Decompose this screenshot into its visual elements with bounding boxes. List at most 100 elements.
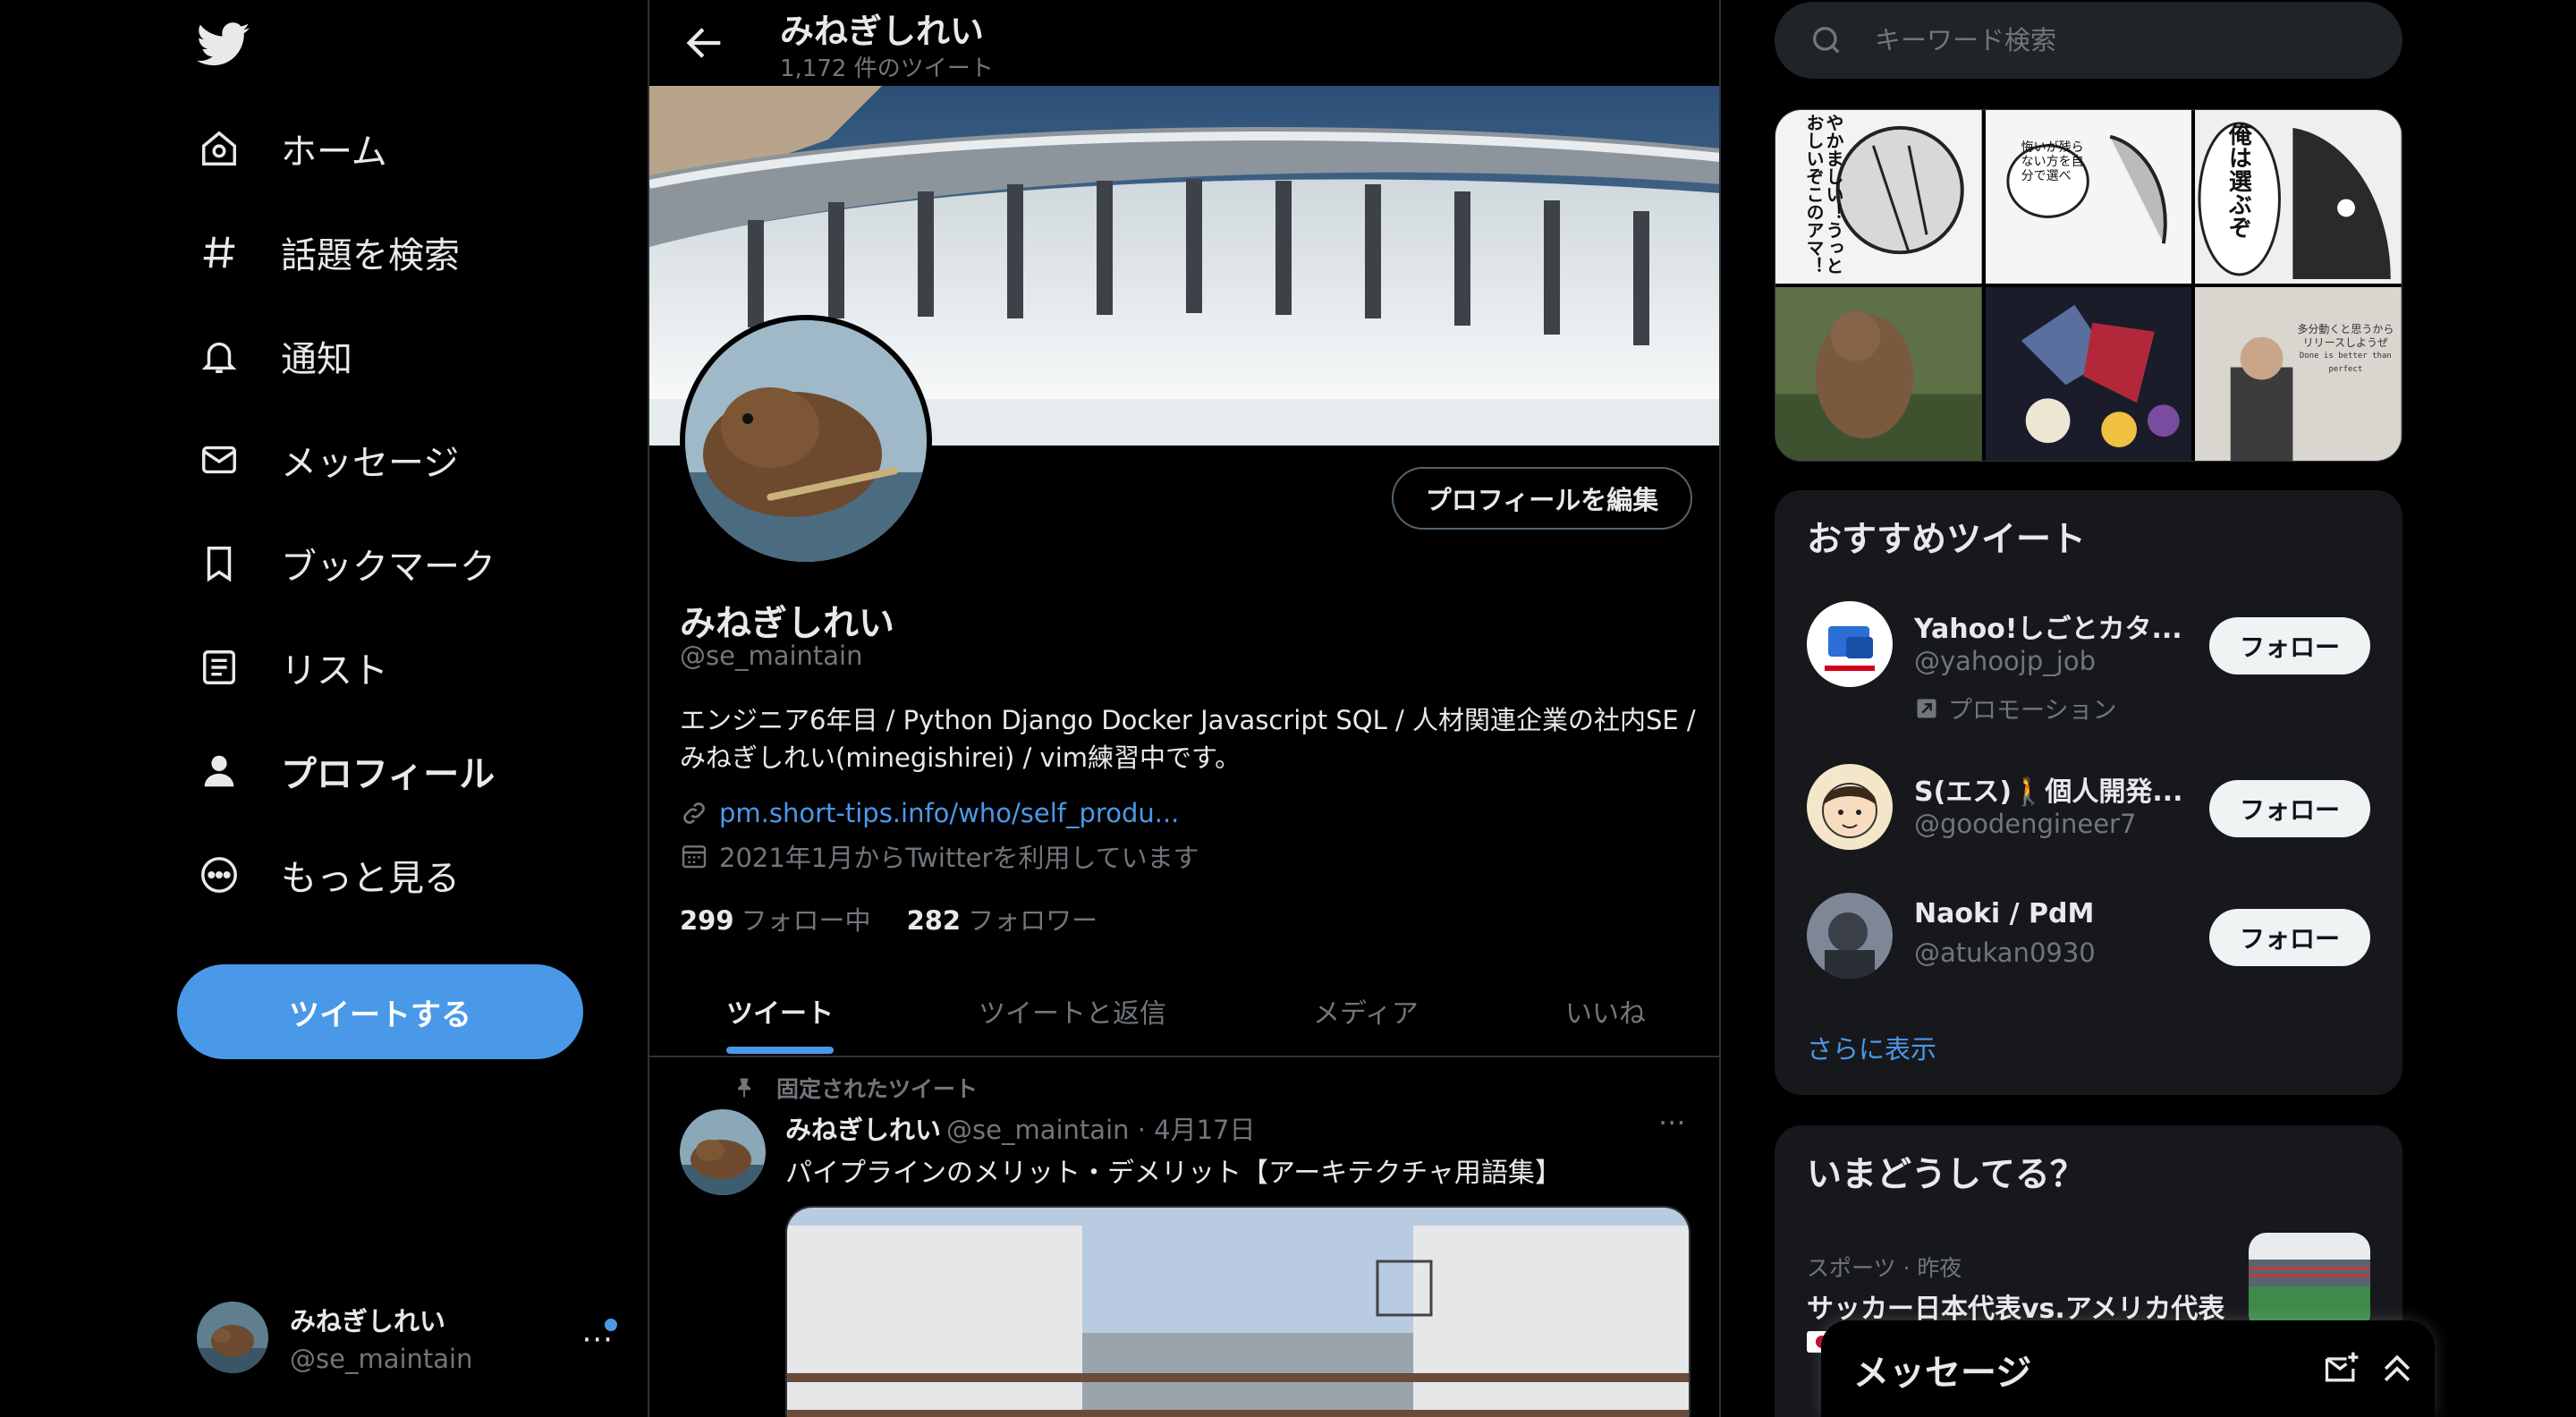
nav-bookmarks[interactable]: ブックマーク <box>197 528 496 599</box>
media-thumb-pokemon[interactable] <box>1985 287 2192 461</box>
messages-drawer[interactable]: メッセージ <box>1821 1320 2435 1417</box>
nav-more[interactable]: もっと見る <box>197 839 460 911</box>
account-name: みねぎしれい <box>290 1306 446 1336</box>
search-box[interactable] <box>1775 2 2402 79</box>
follow-suggestion[interactable]: Naoki / PdM @atukan0930 フォロー <box>1807 893 2370 982</box>
active-tab-indicator <box>726 1047 834 1054</box>
promoted-icon <box>1917 699 1936 717</box>
tweet-avatar[interactable] <box>680 1109 766 1195</box>
follow-button[interactable]: フォロー <box>2209 617 2370 675</box>
profile-name: みねぎしれい <box>680 603 894 644</box>
tweet-button[interactable]: ツイートする <box>177 964 583 1059</box>
manga-text-2: 悔いが残らない方を自分で選べ <box>2021 140 2084 183</box>
suggestion-name: Yahoo!しごとカタ... <box>1914 614 2182 645</box>
twitter-bird-icon[interactable] <box>197 16 250 70</box>
joined-text: 2021年1月からTwitterを利用しています <box>719 843 1199 873</box>
nav-home[interactable]: ホーム <box>197 113 387 184</box>
header-title: みねぎしれい <box>780 12 985 51</box>
tab-tweets[interactable]: ツイート <box>726 991 834 1031</box>
back-arrow-icon[interactable] <box>682 20 728 66</box>
suggestion-avatar <box>1807 893 1893 979</box>
nav-home-label: ホーム <box>281 132 387 173</box>
tweet-count: 1,172 件のツイート <box>780 55 994 82</box>
profile-tabs: ツイート ツイートと返信 メディア いいね <box>649 964 1719 1057</box>
tab-likes[interactable]: いいね <box>1565 991 1646 1031</box>
who-to-follow-card: おすすめツイート Yahoo!しごとカタ... @yahoojp_job プロモ… <box>1775 490 2402 1095</box>
suggestion-name: Naoki / PdM <box>1914 898 2095 929</box>
bio-line-2: みねぎしれい(minegishirei) / vim練習中です。 <box>680 742 1241 773</box>
profile-website: pm.short-tips.info/who/self_produ... <box>680 798 1179 828</box>
pinned-indicator: 固定されたツイート <box>732 1072 978 1104</box>
following-count: 299 <box>680 905 734 936</box>
tweet-header: みねぎしれい @se_maintain · 4月17日 <box>785 1109 1256 1147</box>
tweet-media-image[interactable] <box>785 1206 1690 1417</box>
nav-notifications-label: 通知 <box>281 339 352 380</box>
following-link[interactable]: 299 フォロー中 <box>680 900 871 938</box>
trend-meta: スポーツ · 昨夜 <box>1807 1255 1962 1281</box>
nav-more-label: もっと見る <box>281 858 460 899</box>
nav-messages[interactable]: メッセージ <box>197 424 459 496</box>
speaker-text-1: 多分動くと思うから <box>2297 323 2394 335</box>
suggestion-name: S(エス)🚶個人開発... <box>1914 776 2183 808</box>
media-thumb-speaker[interactable]: 多分動くと思うから リリースしようぜ Done is better than p… <box>2195 287 2402 461</box>
more-circle-icon <box>197 853 242 897</box>
nav-notifications[interactable]: 通知 <box>197 320 352 392</box>
follow-suggestion[interactable]: Yahoo!しごとカタ... @yahoojp_job プロモーション フォロー <box>1807 601 2370 735</box>
following-label: フォロー中 <box>741 905 871 936</box>
nav-explore-label: 話題を検索 <box>281 235 460 276</box>
suggestion-handle: @atukan0930 <box>1914 938 2096 968</box>
list-icon <box>197 645 242 690</box>
calendar-icon <box>682 845 707 869</box>
trends-title: いまどうしてる？ <box>1807 1155 2085 1195</box>
suggestion-avatar <box>1807 601 1893 687</box>
follow-button[interactable]: フォロー <box>2209 909 2370 966</box>
suggestion-handle: @goodengineer7 <box>1914 809 2137 839</box>
follow-stats: 299 フォロー中 282 フォロワー <box>680 900 1097 938</box>
home-icon <box>197 126 242 171</box>
profile-column: みねぎしれい 1,172 件のツイート プロフィールを編集 みねぎしれい @se… <box>649 0 1721 1417</box>
tab-tweets-and-replies[interactable]: ツイートと返信 <box>979 991 1166 1031</box>
tweet-meta: @se_maintain · 4月17日 <box>946 1115 1256 1145</box>
media-thumb-manga-1[interactable]: やかましい！うっとおしいぞこのアマ！ <box>1775 110 1982 284</box>
nav-bookmarks-label: ブックマーク <box>281 547 496 588</box>
tab-media[interactable]: メディア <box>1313 991 1419 1031</box>
nav-lists-label: リスト <box>281 650 388 692</box>
tweet-author[interactable]: みねぎしれい <box>785 1115 941 1145</box>
profile-media-grid: やかましい！うっとおしいぞこのアマ！ 悔いが残らない方を自分で選べ 俺は選ぶぞ … <box>1775 109 2402 462</box>
followers-link[interactable]: 282 フォロワー <box>907 900 1098 938</box>
expand-chevron-icon[interactable] <box>2377 1349 2417 1388</box>
website-link[interactable]: pm.short-tips.info/who/self_produ... <box>719 798 1179 828</box>
search-icon <box>1813 27 1840 54</box>
profile-joined: 2021年1月からTwitterを利用しています <box>680 837 1199 875</box>
search-input[interactable] <box>1875 25 2376 55</box>
suggestion-avatar <box>1807 764 1893 850</box>
nav-lists[interactable]: リスト <box>197 632 388 703</box>
tweet-more-icon[interactable]: ··· <box>1658 1106 1686 1140</box>
new-message-icon[interactable] <box>2322 1349 2361 1388</box>
show-more-link[interactable]: さらに表示 <box>1807 1029 1936 1066</box>
profile-bio: エンジニア6年目 / Python Django Docker Javascri… <box>680 701 1699 776</box>
follow-suggestion[interactable]: S(エス)🚶個人開発... @goodengineer7 フォロー <box>1807 764 2370 853</box>
left-sidebar: ホーム 話題を検索 通知 メッセージ ブックマーク リスト プロフィール もっと… <box>0 0 649 1417</box>
who-to-follow-title: おすすめツイート <box>1807 520 2087 560</box>
trend-image <box>2249 1233 2370 1331</box>
nav-profile[interactable]: プロフィール <box>197 735 495 807</box>
bio-line-1: エンジニア6年目 / Python Django Docker Javascri… <box>680 705 1696 735</box>
nav-explore[interactable]: 話題を検索 <box>197 216 460 288</box>
media-thumb-beaver[interactable] <box>1775 287 1982 461</box>
edit-profile-button[interactable]: プロフィールを編集 <box>1392 467 1692 530</box>
tweet-text: パイプラインのメリット・デメリット【アーキテクチャ用語集】 <box>785 1158 1562 1189</box>
media-thumb-manga-2[interactable]: 悔いが残らない方を自分で選べ <box>1985 110 2192 284</box>
follow-button[interactable]: フォロー <box>2209 780 2370 837</box>
messages-drawer-title: メッセージ <box>1853 1353 2032 1394</box>
mail-icon <box>197 437 242 482</box>
account-switcher[interactable]: みねぎしれい @se_maintain ··· <box>197 1297 617 1378</box>
media-thumb-manga-3[interactable]: 俺は選ぶぞ <box>2195 110 2402 284</box>
account-handle: @se_maintain <box>290 1344 473 1374</box>
followers-count: 282 <box>906 905 962 936</box>
profile-avatar[interactable] <box>680 315 932 567</box>
bookmark-icon <box>197 541 242 586</box>
speaker-text-3: Done is better than perfect <box>2299 352 2392 374</box>
notification-dot <box>605 1319 617 1331</box>
bell-icon <box>197 334 242 378</box>
